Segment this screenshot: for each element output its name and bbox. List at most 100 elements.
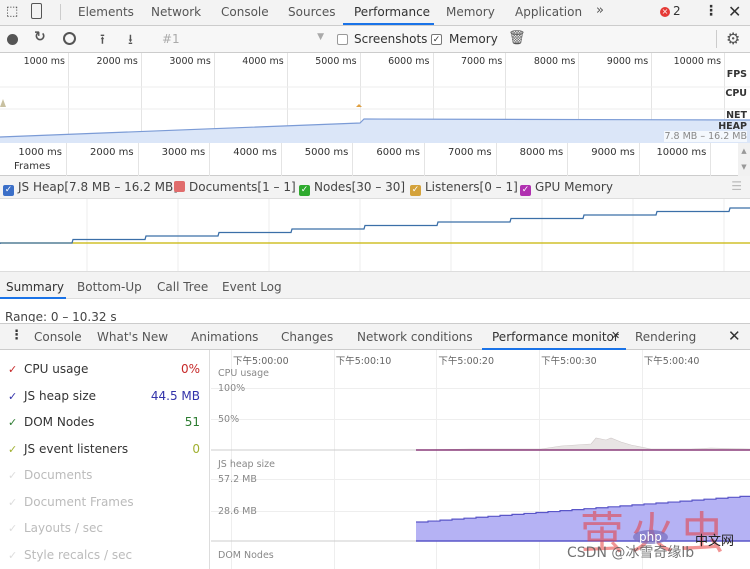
tab-performance[interactable]: Performance bbox=[354, 5, 430, 19]
close-devtools-icon[interactable]: ✕ bbox=[728, 2, 741, 21]
metric-row[interactable]: ✓ DOM Nodes 51 bbox=[8, 415, 200, 429]
tab-network[interactable]: Network bbox=[151, 5, 201, 19]
memory-checkbox[interactable]: ✓ bbox=[431, 34, 442, 45]
record-icon[interactable] bbox=[7, 34, 18, 45]
counter-toggle[interactable]: ✓ Listeners[0 – 1] bbox=[410, 180, 518, 196]
tab-summary[interactable]: Summary bbox=[6, 280, 64, 294]
drawer-menu-icon[interactable]: ⋮ bbox=[10, 328, 23, 343]
js-heap-line bbox=[0, 207, 750, 244]
more-options-icon[interactable]: ⋮ bbox=[704, 3, 718, 19]
metric-row[interactable]: ✓ CPU usage 0% bbox=[8, 362, 200, 376]
tab-event-log[interactable]: Event Log bbox=[222, 280, 282, 294]
drawer-tab-console[interactable]: Console bbox=[34, 330, 82, 344]
metric-label: Document Frames bbox=[24, 494, 134, 509]
metric-row[interactable]: ✓ Document Frames bbox=[8, 495, 200, 509]
profile-select-value: #1 bbox=[162, 32, 180, 46]
load-profile-icon[interactable]: ⭱ bbox=[100, 29, 105, 53]
inspect-element-icon[interactable]: ⬚ bbox=[6, 4, 18, 19]
checkmark-icon: ✓ bbox=[8, 548, 18, 562]
timeline-overview[interactable]: 1000 ms 2000 ms 3000 ms 4000 ms 5000 ms 6000 … bbox=[0, 53, 750, 143]
grid-line bbox=[209, 143, 211, 176]
metric-value: 44.5 MB bbox=[150, 388, 200, 403]
timeline-tick: 6000 ms bbox=[376, 147, 420, 158]
grid-line bbox=[710, 143, 712, 176]
drawer-tab-whats-new[interactable]: What's New bbox=[97, 330, 168, 344]
grid-line bbox=[137, 143, 139, 176]
drawer-tab-animations[interactable]: Animations bbox=[191, 330, 258, 344]
heap-range-label: 7.8 MB – 16.2 MB bbox=[664, 131, 747, 142]
close-tab-icon[interactable]: ✕ bbox=[611, 329, 620, 342]
save-profile-icon[interactable]: ⭳ bbox=[128, 29, 133, 53]
counter-toggle[interactable]: ✓ JS Heap[7.8 MB – 16.2 MB] bbox=[3, 180, 178, 196]
drawer-tabbar: ⋮ Console What's New Animations Changes … bbox=[0, 323, 750, 350]
cpu-chart-title: CPU usage bbox=[218, 368, 270, 379]
heap-max-label: 57.2 MB bbox=[218, 474, 257, 485]
counter-label: Nodes[30 – 30] bbox=[314, 180, 406, 194]
counter-checkbox[interactable]: ✓ bbox=[3, 185, 14, 196]
profile-select[interactable]: #1 ▼ bbox=[152, 30, 328, 48]
metric-row[interactable]: ✓ Layouts / sec bbox=[8, 521, 200, 535]
scrollbar[interactable]: ▲ ▼ bbox=[738, 143, 750, 176]
counter-checkbox[interactable] bbox=[174, 181, 185, 192]
drawer-tab-performance-monitor[interactable]: Performance monitor bbox=[492, 330, 619, 344]
more-tabs-icon[interactable]: » bbox=[596, 3, 604, 18]
tab-memory[interactable]: Memory bbox=[446, 5, 495, 19]
metric-row[interactable]: ✓ JS event listeners 0 bbox=[8, 442, 200, 456]
counter-label: JS Heap[7.8 MB – 16.2 MB] bbox=[18, 180, 178, 194]
metric-label: Documents bbox=[24, 468, 93, 482]
screenshots-label[interactable]: Screenshots bbox=[354, 32, 427, 46]
details-tabbar: Summary Bottom-Up Call Tree Event Log bbox=[0, 271, 750, 299]
counter-label: Listeners[0 – 1] bbox=[425, 180, 518, 194]
error-count[interactable]: 2 bbox=[673, 4, 681, 18]
counters-legend: ✓ JS Heap[7.8 MB – 16.2 MB] Documents[1 – … bbox=[0, 176, 750, 199]
memory-label[interactable]: Memory bbox=[449, 32, 498, 46]
counter-toggle[interactable]: ✓ GPU Memory bbox=[520, 180, 613, 196]
counter-toggle[interactable]: Documents[1 – 1] bbox=[174, 180, 296, 194]
frames-label[interactable]: Frames bbox=[14, 161, 50, 172]
counter-checkbox[interactable]: ✓ bbox=[520, 185, 531, 196]
dom-nodes-chart-title: DOM Nodes bbox=[218, 550, 274, 561]
close-drawer-icon[interactable]: ✕ bbox=[728, 327, 741, 345]
metric-row[interactable]: ✓ Documents bbox=[8, 468, 200, 482]
grid-line bbox=[424, 143, 425, 176]
counter-toggle[interactable]: ✓ Nodes[30 – 30] bbox=[299, 180, 405, 196]
heap-chart-title: JS heap size bbox=[218, 459, 276, 470]
metric-label: JS event listeners bbox=[24, 441, 129, 456]
checkmark-icon: ✓ bbox=[8, 363, 18, 376]
metric-row[interactable]: ✓ JS heap size 44.5 MB bbox=[8, 389, 200, 403]
menu-icon[interactable]: ☰ bbox=[731, 179, 742, 193]
memory-counters-graph[interactable] bbox=[0, 199, 750, 271]
error-icon[interactable]: × bbox=[660, 7, 670, 17]
drawer-tab-rendering[interactable]: Rendering bbox=[635, 330, 696, 344]
tab-call-tree[interactable]: Call Tree bbox=[157, 280, 208, 294]
timeline-tick: 7000 ms bbox=[448, 147, 492, 158]
screenshots-checkbox[interactable] bbox=[337, 34, 348, 45]
checkmark-icon: ✓ bbox=[8, 442, 18, 456]
device-toolbar-icon[interactable] bbox=[31, 3, 42, 19]
tab-application[interactable]: Application bbox=[515, 5, 582, 19]
timeline-tick: 10000 ms bbox=[656, 147, 707, 158]
tab-elements[interactable]: Elements bbox=[78, 5, 134, 19]
drawer-tab-network-conditions[interactable]: Network conditions bbox=[357, 330, 473, 344]
metric-value: 51 bbox=[184, 415, 200, 429]
metric-label: Style recalcs / sec bbox=[24, 547, 133, 562]
reload-record-icon[interactable]: ↻ bbox=[34, 29, 46, 45]
tab-console[interactable]: Console bbox=[221, 5, 269, 19]
counter-label: GPU Memory bbox=[535, 180, 613, 194]
metric-row[interactable]: ✓ Style recalcs / sec bbox=[8, 548, 200, 562]
timeline-tick: 8000 ms bbox=[519, 147, 564, 158]
counter-checkbox[interactable]: ✓ bbox=[410, 185, 421, 196]
tab-sources[interactable]: Sources bbox=[288, 5, 335, 19]
grid-line bbox=[567, 143, 569, 176]
collect-garbage-icon[interactable]: 🗑 bbox=[508, 30, 526, 46]
grid-line bbox=[352, 143, 354, 176]
settings-gear-icon[interactable]: ⚙ bbox=[726, 29, 740, 48]
counter-checkbox[interactable]: ✓ bbox=[299, 185, 310, 196]
tab-bottom-up[interactable]: Bottom-Up bbox=[77, 280, 142, 294]
grid-line bbox=[280, 143, 282, 176]
heap-overview-graph bbox=[0, 86, 750, 143]
drawer-tab-changes[interactable]: Changes bbox=[281, 330, 333, 344]
active-tab-indicator bbox=[343, 23, 434, 25]
grid-line bbox=[66, 143, 67, 176]
clear-icon[interactable] bbox=[63, 32, 76, 45]
